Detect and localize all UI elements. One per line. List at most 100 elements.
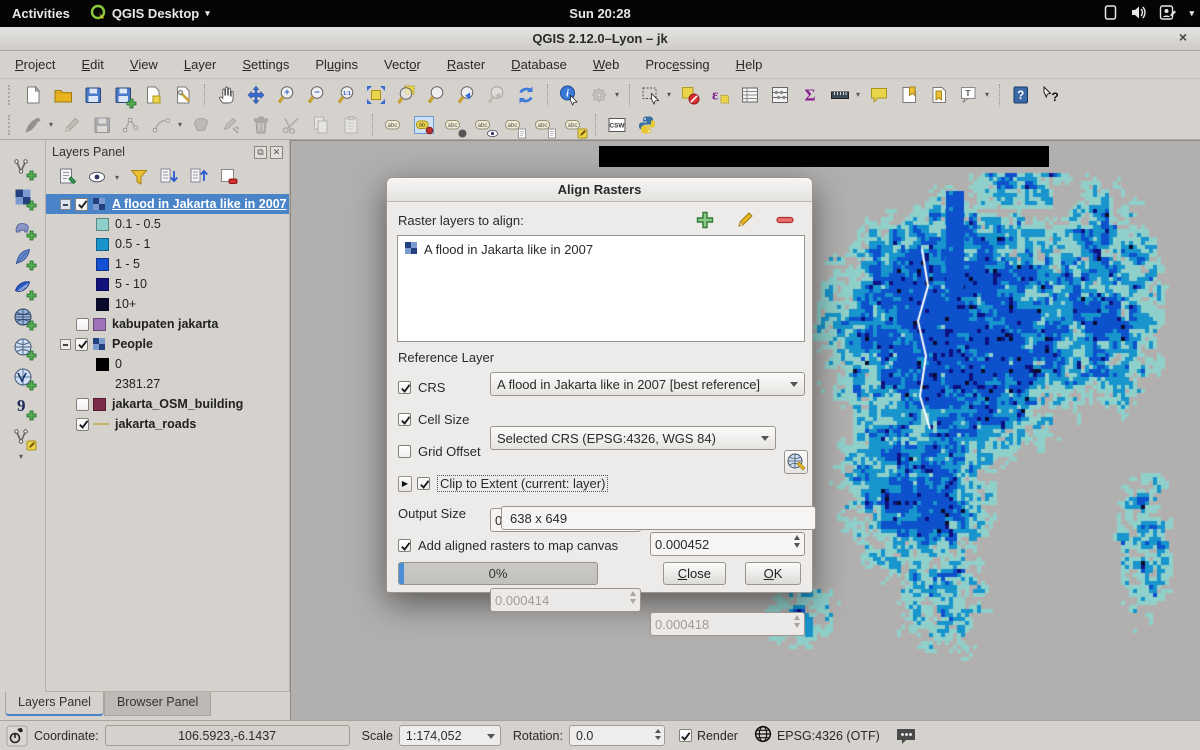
zoom-to-selection-icon[interactable]: [394, 83, 418, 107]
layer-visibility-checkbox[interactable]: [75, 198, 88, 211]
text-annotation-icon[interactable]: T: [957, 83, 981, 107]
add-raster-button[interactable]: [693, 210, 717, 230]
zoom-native-icon[interactable]: 1:1: [334, 83, 358, 107]
remove-layer-group-icon[interactable]: [218, 166, 240, 188]
layer-visibility-checkbox[interactable]: [75, 338, 88, 351]
manage-layer-visibility-icon[interactable]: [87, 166, 109, 188]
help-contents-icon[interactable]: ?: [1009, 83, 1033, 107]
edit-raster-button[interactable]: [733, 210, 757, 230]
cell-size-y-spinbox[interactable]: 0.000452: [650, 532, 805, 556]
csw-search-icon[interactable]: CSW: [605, 113, 629, 137]
zoom-in-icon[interactable]: +: [274, 83, 298, 107]
zoom-to-layer-icon[interactable]: [424, 83, 448, 107]
map-tips-icon[interactable]: [867, 83, 891, 107]
change-label-properties-icon[interactable]: abc: [562, 113, 586, 137]
close-window-button[interactable]: ×: [1174, 29, 1192, 47]
add-spatialite-layer-icon[interactable]: [11, 245, 35, 269]
layer-item[interactable]: jakarta_OSM_building: [46, 394, 289, 414]
close-button[interactable]: Close: [663, 562, 726, 585]
legend-item[interactable]: 1 - 5: [46, 254, 289, 274]
remove-raster-button[interactable]: [773, 210, 797, 230]
chevron-down-icon[interactable]: ▾: [612, 90, 622, 99]
menu-vector[interactable]: Vector: [371, 53, 434, 76]
tab-browser-panel[interactable]: Browser Panel: [104, 692, 211, 716]
chevron-down-icon[interactable]: ▾: [982, 90, 992, 99]
legend-item[interactable]: 2381.27: [46, 374, 289, 394]
legend-item[interactable]: 5 - 10: [46, 274, 289, 294]
chevron-down-icon[interactable]: ▾: [853, 90, 863, 99]
crs-checkbox[interactable]: [398, 381, 411, 394]
rotation-spinbox[interactable]: 0.0: [569, 725, 665, 746]
show-bookmarks-icon[interactable]: [927, 83, 951, 107]
menu-web[interactable]: Web: [580, 53, 633, 76]
composer-manager-icon[interactable]: [171, 83, 195, 107]
layer-item[interactable]: kabupaten jakarta: [46, 314, 289, 334]
render-checkbox[interactable]: [679, 729, 692, 742]
extent-tracking-icon[interactable]: [6, 725, 28, 747]
move-label-icon[interactable]: abc: [502, 113, 526, 137]
chevron-down-icon[interactable]: ▾: [1189, 8, 1194, 19]
user-menu-icon[interactable]: [1159, 4, 1177, 24]
raster-layers-list[interactable]: A flood in Jakarta like in 2007: [397, 235, 805, 342]
clock[interactable]: Sun 20:28: [569, 6, 630, 21]
select-crs-button[interactable]: [784, 450, 808, 474]
menu-database[interactable]: Database: [498, 53, 580, 76]
messages-icon[interactable]: [894, 725, 918, 747]
raster-list-item[interactable]: A flood in Jakarta like in 2007: [404, 241, 798, 258]
menu-project[interactable]: Project: [2, 53, 68, 76]
menu-view[interactable]: View: [117, 53, 171, 76]
tree-expander[interactable]: [60, 339, 71, 350]
save-project-as-icon[interactable]: [111, 83, 135, 107]
clip-extent-checkbox[interactable]: [417, 477, 430, 490]
field-calculator-icon[interactable]: Σ: [798, 83, 822, 107]
pin-labels-icon[interactable]: abc: [442, 113, 466, 137]
legend-item[interactable]: 0.1 - 0.5: [46, 214, 289, 234]
menu-plugins[interactable]: Plugins: [302, 53, 371, 76]
select-features-icon[interactable]: [639, 83, 663, 107]
select-by-expression-icon[interactable]: ε: [708, 83, 732, 107]
chevron-down-icon[interactable]: ▾: [16, 452, 26, 461]
legend-item[interactable]: 10+: [46, 294, 289, 314]
layer-labeling-options-icon[interactable]: abc: [382, 113, 406, 137]
scale-combo[interactable]: 1:174,052: [399, 725, 501, 746]
app-menu[interactable]: QGIS Desktop ▾: [80, 0, 220, 27]
crs-combo[interactable]: Selected CRS (EPSG:4326, WGS 84): [490, 426, 776, 450]
rotate-label-icon[interactable]: abc: [532, 113, 556, 137]
layer-visibility-checkbox[interactable]: [76, 398, 89, 411]
crs-status-button[interactable]: EPSG:4326 (OTF): [754, 725, 880, 746]
clip-extent-expander[interactable]: ▶: [398, 476, 412, 492]
add-postgis-layer-icon[interactable]: [11, 215, 35, 239]
whats-this-icon[interactable]: ?: [1039, 83, 1063, 107]
activities-button[interactable]: Activities: [2, 0, 80, 27]
open-layer-styling-icon[interactable]: [57, 166, 79, 188]
python-console-icon[interactable]: [635, 113, 659, 137]
layer-item[interactable]: A flood in Jakarta like in 2007: [46, 194, 289, 214]
grid-offset-checkbox[interactable]: [398, 445, 411, 458]
legend-item[interactable]: 0.5 - 1: [46, 234, 289, 254]
panel-float-button[interactable]: ⧉: [254, 146, 267, 159]
chevron-down-icon[interactable]: ▾: [175, 120, 185, 129]
cell-size-checkbox[interactable]: [398, 413, 411, 426]
new-bookmark-icon[interactable]: [897, 83, 921, 107]
zoom-last-icon[interactable]: [454, 83, 478, 107]
new-print-composer-icon[interactable]: [141, 83, 165, 107]
coordinate-field[interactable]: 106.5923,-6.1437: [105, 725, 350, 746]
pan-map-icon[interactable]: [214, 83, 238, 107]
layer-item[interactable]: People: [46, 334, 289, 354]
save-project-icon[interactable]: [81, 83, 105, 107]
menu-layer[interactable]: Layer: [171, 53, 230, 76]
add-oracle-layer-icon[interactable]: [11, 305, 35, 329]
reference-layer-combo[interactable]: A flood in Jakarta like in 2007 [best re…: [490, 372, 805, 396]
chevron-down-icon[interactable]: ▾: [46, 120, 56, 129]
chevron-down-icon[interactable]: ▾: [112, 173, 122, 182]
add-to-canvas-checkbox[interactable]: [398, 539, 411, 552]
add-raster-layer-icon[interactable]: [11, 185, 35, 209]
open-attribute-table-icon[interactable]: [738, 83, 762, 107]
layer-visibility-checkbox[interactable]: [76, 418, 89, 431]
collapse-all-icon[interactable]: [188, 166, 210, 188]
menu-settings[interactable]: Settings: [229, 53, 302, 76]
add-wms-layer-icon[interactable]: [11, 335, 35, 359]
legend-item[interactable]: 0: [46, 354, 289, 374]
zoom-out-icon[interactable]: −: [304, 83, 328, 107]
filter-legend-icon[interactable]: [128, 166, 150, 188]
